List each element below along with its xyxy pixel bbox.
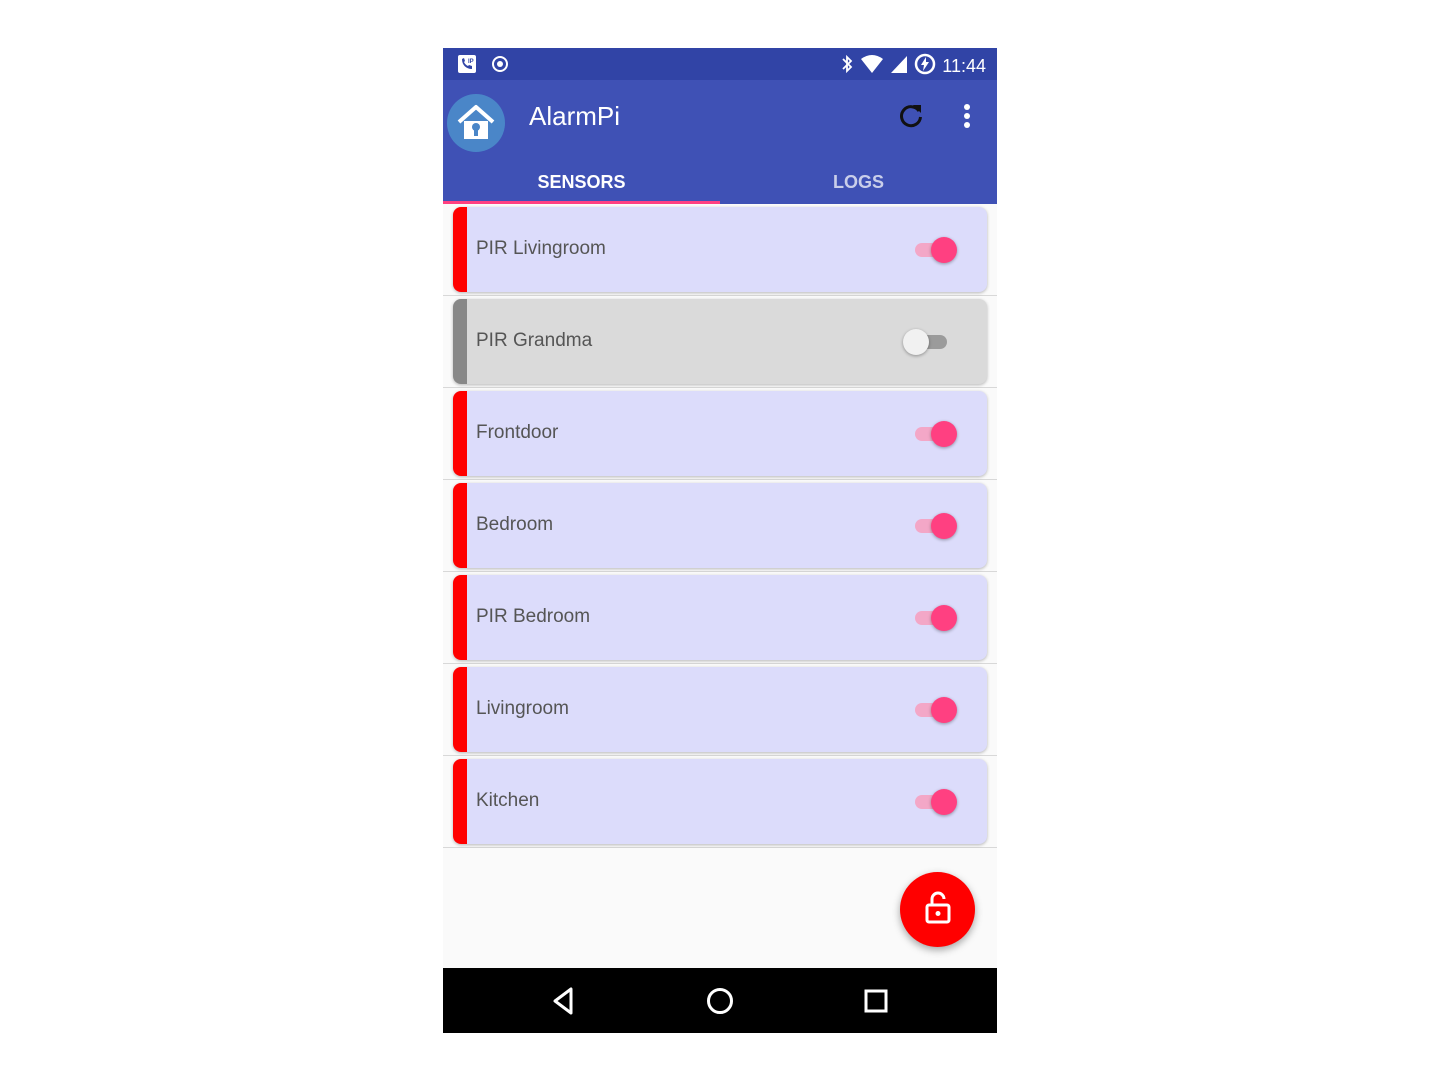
app-title: AlarmPi xyxy=(529,101,621,131)
list-item: PIR Grandma xyxy=(443,296,997,388)
status-stripe xyxy=(453,667,467,752)
sensor-card[interactable]: Frontdoor xyxy=(453,391,987,476)
sensor-name: Kitchen xyxy=(476,790,540,811)
unlock-button[interactable] xyxy=(900,872,975,947)
status-stripe xyxy=(453,207,467,292)
sensor-name: PIR Bedroom xyxy=(476,606,591,627)
list-item: Bedroom xyxy=(443,480,997,572)
sensor-card[interactable]: Kitchen xyxy=(453,759,987,844)
status-stripe xyxy=(453,299,467,384)
list-item: PIR Bedroom xyxy=(443,572,997,664)
voip-icon: IP xyxy=(457,54,477,79)
home-icon[interactable] xyxy=(703,984,737,1018)
sensor-toggle[interactable] xyxy=(903,329,961,355)
sensor-name: Frontdoor xyxy=(476,422,559,443)
sensor-list: PIR Livingroom PIR Grandma Frontdoor Bed… xyxy=(443,204,997,848)
svg-text:IP: IP xyxy=(468,59,474,65)
sensor-card[interactable]: Livingroom xyxy=(453,667,987,752)
sensor-card[interactable]: Bedroom xyxy=(453,483,987,568)
record-icon xyxy=(491,55,509,78)
sensor-toggle[interactable] xyxy=(913,513,961,539)
sensor-name: Bedroom xyxy=(476,514,554,535)
sensor-name: PIR Grandma xyxy=(476,330,593,351)
nav-bar xyxy=(443,968,997,1033)
status-stripe xyxy=(453,483,467,568)
tab-sensors[interactable]: SENSORS xyxy=(443,160,720,204)
house-lock-icon xyxy=(447,94,505,152)
tab-bar: SENSORS LOGS xyxy=(443,160,997,204)
status-stripe xyxy=(453,759,467,844)
battery-charging-icon xyxy=(914,53,936,80)
recents-icon[interactable] xyxy=(859,984,893,1018)
more-vert-icon[interactable] xyxy=(957,102,977,130)
sensor-toggle[interactable] xyxy=(913,421,961,447)
status-time: 11:44 xyxy=(942,56,986,76)
app-bar: AlarmPi SENSORS LOGS xyxy=(443,80,997,204)
list-item: Livingroom xyxy=(443,664,997,756)
unlock-icon xyxy=(923,890,953,929)
sensor-toggle[interactable] xyxy=(913,605,961,631)
sensor-toggle[interactable] xyxy=(913,237,961,263)
refresh-icon[interactable] xyxy=(897,102,925,130)
back-icon[interactable] xyxy=(547,984,581,1018)
sensor-name: PIR Livingroom xyxy=(476,238,606,259)
sensor-card[interactable]: PIR Livingroom xyxy=(453,207,987,292)
sensor-name: Livingroom xyxy=(476,698,569,719)
list-item: PIR Livingroom xyxy=(443,204,997,296)
list-item: Frontdoor xyxy=(443,388,997,480)
status-bar: IP 11:44 xyxy=(443,48,997,80)
list-item: Kitchen xyxy=(443,756,997,848)
sensor-toggle[interactable] xyxy=(913,789,961,815)
status-stripe xyxy=(453,575,467,660)
phone-screen: IP 11:44 AlarmPi SENSORS LOGS PIR Living… xyxy=(443,48,997,1033)
wifi-icon xyxy=(860,54,884,79)
sensor-toggle[interactable] xyxy=(913,697,961,723)
status-stripe xyxy=(453,391,467,476)
signal-icon xyxy=(890,54,908,79)
sensor-card[interactable]: PIR Bedroom xyxy=(453,575,987,660)
sensor-card[interactable]: PIR Grandma xyxy=(453,299,987,384)
bluetooth-icon xyxy=(840,54,854,79)
tab-logs[interactable]: LOGS xyxy=(720,160,997,204)
